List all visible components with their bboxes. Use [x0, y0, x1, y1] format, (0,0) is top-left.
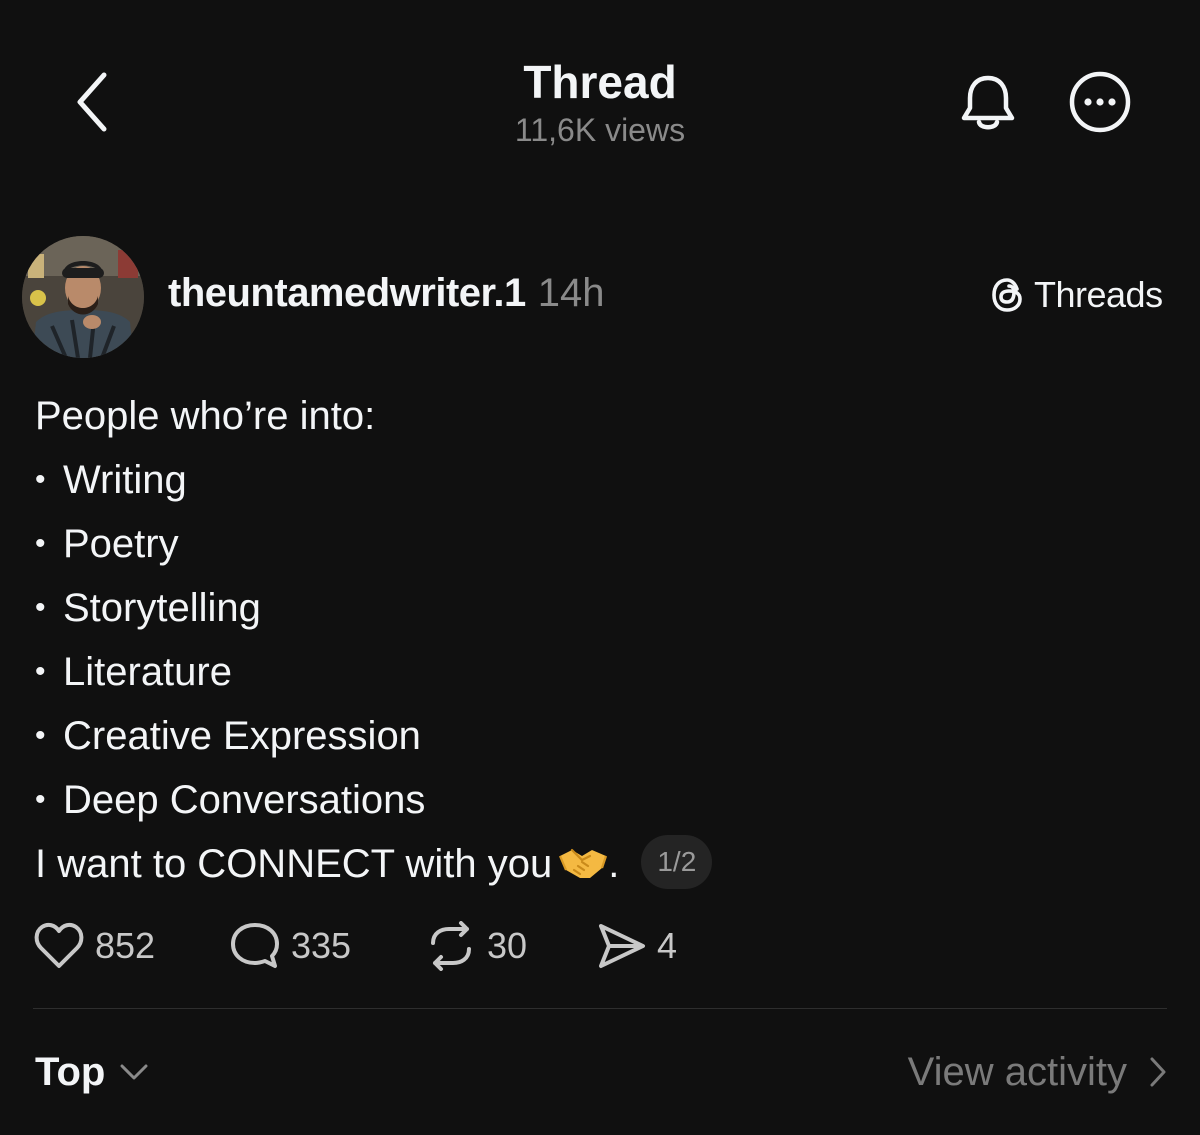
threads-badge[interactable]: Threads	[990, 272, 1163, 318]
list-item-text: Storytelling	[63, 586, 261, 630]
avatar-photo	[22, 236, 144, 358]
threads-logo-icon	[992, 278, 1022, 312]
list-item-text: Creative Expression	[63, 714, 421, 758]
username[interactable]: theuntamedwriter.1	[168, 268, 526, 318]
page-indicator: 1/2	[641, 835, 713, 890]
bell-icon	[961, 75, 1015, 130]
handshake-emoji-icon	[559, 849, 608, 879]
like-button[interactable]: 852	[33, 922, 229, 970]
like-count: 852	[95, 925, 156, 966]
bullet: •	[35, 655, 46, 688]
author-line: theuntamedwriter.1 14h	[168, 268, 605, 318]
view-activity-link[interactable]: View activity	[908, 1044, 1167, 1100]
bullet: •	[35, 591, 46, 624]
more-horizontal-icon	[1069, 71, 1131, 133]
share-count: 4	[657, 925, 678, 966]
heart-icon	[34, 922, 84, 968]
avatar[interactable]	[22, 236, 144, 358]
list-item: • Creative Expression	[35, 704, 1155, 768]
closing-period: .	[608, 842, 620, 886]
post-closing: I want to CONNECT with you . 1/2	[35, 832, 1155, 896]
list-item: • Storytelling	[35, 576, 1155, 640]
list-item-text: Deep Conversations	[63, 778, 426, 822]
list-item-text: Writing	[63, 458, 187, 502]
more-options-button[interactable]	[1064, 70, 1136, 134]
bullet: •	[35, 527, 46, 560]
divider	[33, 1008, 1167, 1009]
list-item: • Poetry	[35, 512, 1155, 576]
bullet: •	[35, 719, 46, 752]
post-intro: People who’re into:	[35, 394, 376, 438]
list-item-text: Poetry	[63, 522, 179, 566]
bullet: •	[35, 783, 46, 816]
send-icon	[599, 924, 645, 968]
reply-count: 335	[291, 925, 352, 966]
sort-label: Top	[35, 1049, 106, 1094]
repost-icon	[431, 921, 471, 971]
bullet: •	[35, 463, 46, 496]
action-bar: 852 335 30 4	[33, 918, 677, 974]
comment-icon	[231, 923, 279, 968]
list-item-text: Literature	[63, 650, 232, 694]
post-body: People who’re into: • Writing • Poetry •…	[35, 384, 1155, 896]
threads-badge-label: Threads	[1034, 274, 1163, 315]
chevron-right-icon	[1150, 1057, 1166, 1087]
closing-text: I want to CONNECT with you	[35, 842, 553, 886]
reply-button[interactable]: 335	[229, 921, 425, 971]
chevron-down-icon	[120, 1064, 148, 1080]
list-item: • Deep Conversations	[35, 768, 1155, 832]
share-button[interactable]: 4	[597, 922, 677, 970]
sort-dropdown[interactable]: Top	[35, 1044, 149, 1100]
view-activity-label: View activity	[907, 1049, 1127, 1094]
repost-count: 30	[487, 925, 528, 966]
repost-button[interactable]: 30	[425, 921, 597, 971]
list-item: • Writing	[35, 448, 1155, 512]
list-item: • Literature	[35, 640, 1155, 704]
post-time: 14h	[537, 271, 605, 315]
notifications-button[interactable]	[955, 68, 1021, 138]
